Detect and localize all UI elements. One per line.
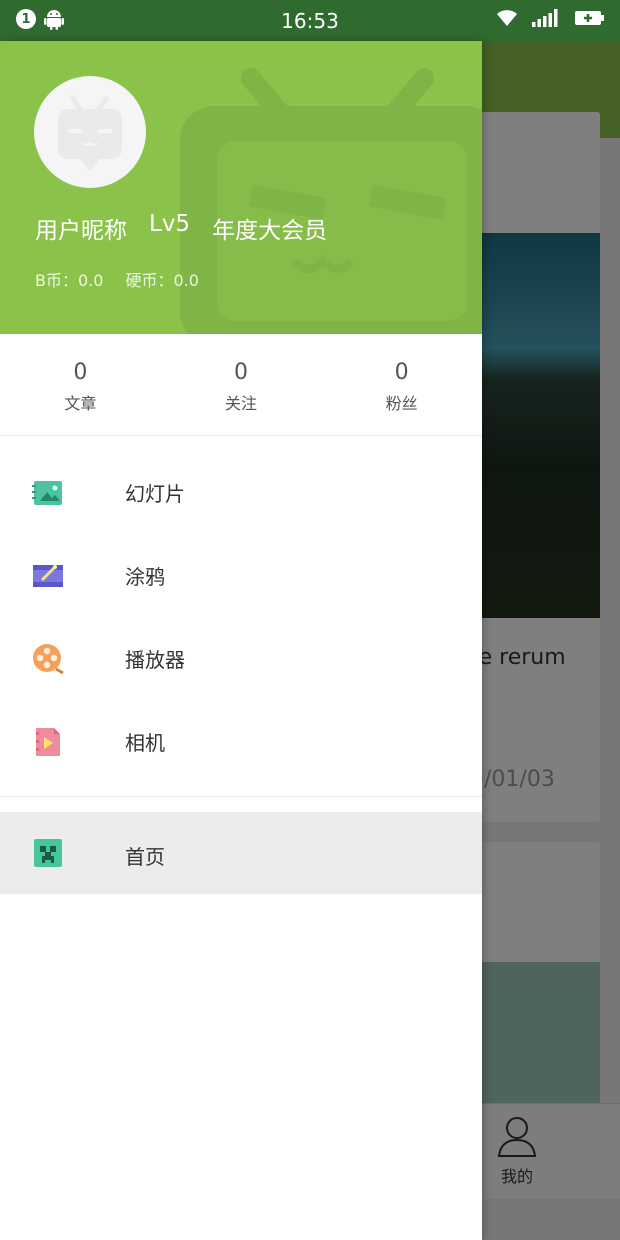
avatar[interactable] [34,76,146,188]
stat-articles[interactable]: 0 文章 [0,334,161,435]
stat-fans[interactable]: 0 粉丝 [321,334,482,435]
b-coin-balance: B币：0.0 [35,271,104,290]
menu-item-label: 涂鸦 [125,565,165,589]
stat-label: 文章 [64,394,97,413]
menu-item-home[interactable]: 首页 [0,812,482,894]
user-info: 用户昵称 Lv5 年度大会员 [35,211,327,245]
video-camera-icon [36,728,60,756]
menu-item-label: 幻灯片 [125,482,185,506]
stat-following[interactable]: 0 关注 [161,334,322,435]
menu-item-label: 播放器 [125,648,185,672]
status-bar: 1 16:53 [0,0,620,41]
user-nickname[interactable]: 用户昵称 [35,211,127,245]
creeper-icon [34,839,62,867]
menu-item-player[interactable]: 播放器 [0,617,482,700]
menu-item-label: 相机 [125,731,165,755]
user-stats: 0 文章 0 关注 0 粉丝 [0,334,482,436]
film-reel-icon [33,644,64,675]
drawer-header: 用户昵称 Lv5 年度大会员 B币：0.0 硬币：0.0 [0,41,482,334]
tv-mascot-watermark-icon [180,68,482,334]
navigation-drawer: 用户昵称 Lv5 年度大会员 B币：0.0 硬币：0.0 0 文章 0 关注 0… [0,41,482,1240]
menu-divider [0,796,482,797]
menu-item-label: 首页 [125,845,165,869]
stat-value: 0 [394,360,409,385]
signal-icon [532,9,558,27]
status-right [496,9,606,27]
stat-label: 粉丝 [385,394,418,413]
stat-value: 0 [234,360,248,385]
menu-item-graffiti[interactable]: 涂鸦 [0,534,482,617]
menu-item-slideshow[interactable]: 幻灯片 [0,451,482,534]
tv-mascot-avatar-icon [58,95,122,171]
wifi-icon [497,10,517,26]
user-level: Lv5 [149,211,191,237]
stat-label: 关注 [225,394,258,413]
slideshow-icon [32,481,62,505]
membership-badge: 年度大会员 [212,218,328,244]
drawer-menu: 幻灯片 涂鸦 播放器 相机 [0,451,482,783]
graffiti-icon [33,565,63,587]
menu-item-camera[interactable]: 相机 [0,700,482,783]
battery-icon [575,11,604,25]
coin-info: B币：0.0 硬币：0.0 [35,267,199,291]
coin-balance: 硬币：0.0 [125,271,199,290]
stat-value: 0 [73,360,88,385]
